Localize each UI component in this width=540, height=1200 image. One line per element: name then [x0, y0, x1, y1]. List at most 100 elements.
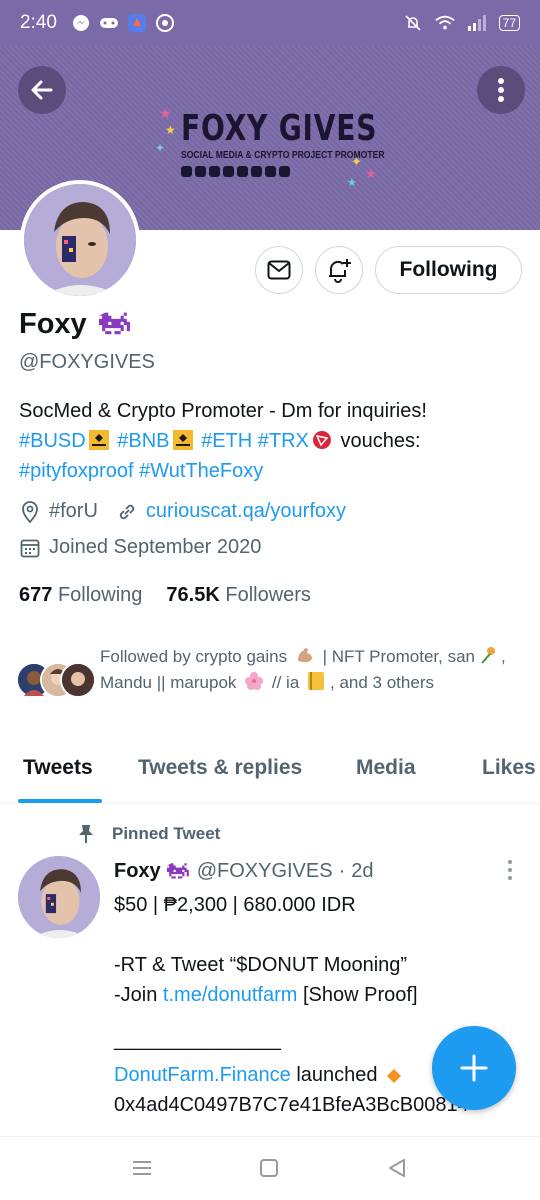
- hashtag-busd[interactable]: #BUSD: [19, 430, 86, 452]
- tweet-author-handle: @FOXYGIVES: [196, 860, 333, 882]
- tweet-author-name[interactable]: Foxy: [114, 860, 161, 883]
- more-vertical-icon: [508, 860, 512, 880]
- more-options-button[interactable]: [477, 66, 525, 114]
- tweet-more-button[interactable]: [500, 858, 520, 882]
- messenger-icon: [71, 13, 91, 33]
- status-bar: 2:40 77: [0, 0, 540, 46]
- tweet-text: launched: [296, 1064, 378, 1086]
- followed-by-part: Followed by crypto gains: [100, 647, 288, 666]
- followers-label: Followers: [225, 584, 311, 606]
- notebook-icon: [307, 671, 327, 691]
- triangle-back-icon: [389, 1159, 405, 1177]
- notifications-button[interactable]: [315, 246, 363, 294]
- calendar-icon: [19, 537, 41, 559]
- bio-line-3: #pityfoxproof #WutTheFoxy: [19, 456, 524, 486]
- pin-icon: [79, 825, 93, 843]
- banner-title: FOXY GIVES: [181, 108, 378, 149]
- menu-lines-icon: [133, 1161, 151, 1175]
- tweet-link-donutfarm[interactable]: DonutFarm.Finance: [114, 1064, 291, 1086]
- recent-apps-button[interactable]: [131, 1159, 153, 1182]
- active-tab-indicator: [18, 799, 102, 803]
- profile-meta-joined: Joined September 2020: [19, 536, 261, 559]
- profile-tabs: Tweets Tweets & replies Media Likes: [0, 742, 540, 804]
- system-nav-bar: [0, 1136, 540, 1200]
- profile-location: #forU: [49, 500, 98, 522]
- tab-likes[interactable]: Likes: [482, 756, 536, 780]
- space-invader-icon: [166, 862, 189, 879]
- profile-meta-location-link: #forU curiouscat.qa/yourfoxy: [19, 500, 346, 523]
- following-button[interactable]: Following: [375, 246, 522, 294]
- banner-social-icons: [181, 166, 290, 177]
- hashtag-pityfoxproof[interactable]: #pityfoxproof: [19, 460, 134, 482]
- follower-avatar[interactable]: [60, 662, 96, 698]
- tab-tweets[interactable]: Tweets: [23, 756, 93, 780]
- profile-avatar[interactable]: [20, 180, 140, 300]
- svg-text:★: ★: [365, 166, 377, 181]
- home-button[interactable]: [259, 1158, 279, 1183]
- space-invader-icon: [98, 312, 130, 334]
- profile-bio: SocMed & Crypto Promoter - Dm for inquir…: [19, 396, 524, 486]
- svg-text:✦: ✦: [155, 141, 165, 155]
- cherry-blossom-icon: [244, 671, 264, 691]
- notification-icons: [71, 13, 175, 33]
- battery-icon: 77: [498, 15, 520, 31]
- following-label: Following: [57, 584, 143, 606]
- tweet-line: -Join t.me/donutfarm [Show Proof]: [114, 980, 534, 1010]
- svg-text:★: ★: [165, 123, 176, 137]
- location-icon: [19, 500, 41, 523]
- tweet-header: Foxy @FOXYGIVES · 2d: [114, 860, 374, 883]
- following-count-link[interactable]: 677 Following: [19, 584, 142, 607]
- hashtag-trx[interactable]: #TRX: [258, 430, 309, 452]
- bio-vouches: vouches:: [340, 430, 421, 452]
- followers-count-link[interactable]: 76.5K Followers: [166, 584, 311, 607]
- pinned-tweet-header: Pinned Tweet: [78, 824, 220, 844]
- profile-joined-date: Joined September 2020: [49, 536, 262, 558]
- followed-by-part: , and 3 others: [330, 673, 434, 692]
- mail-icon: [267, 260, 291, 280]
- tron-icon: [312, 429, 332, 449]
- profile-website-link[interactable]: curiouscat.qa/yourfoxy: [146, 500, 346, 523]
- show-proof-text: [Show Proof]: [303, 984, 418, 1006]
- svg-text:★: ★: [159, 105, 172, 121]
- followed-by-text[interactable]: Followed by crypto gains | NFT Promoter,…: [100, 644, 520, 696]
- hashtag-wutthefoxy[interactable]: #WutTheFoxy: [139, 460, 263, 482]
- square-icon: [260, 1159, 278, 1177]
- tab-media[interactable]: Media: [356, 756, 416, 780]
- tweet-link-telegram[interactable]: t.me/donutfarm: [163, 984, 298, 1006]
- tweet-line: $50 | ₱2,300 | 680.000 IDR: [114, 894, 356, 916]
- hashtag-eth[interactable]: #ETH: [201, 430, 252, 452]
- link-icon: [116, 501, 138, 523]
- hashtag-bnb[interactable]: #BNB: [117, 430, 169, 452]
- tweet-author-avatar[interactable]: [18, 856, 100, 938]
- flexed-biceps-icon: [295, 645, 315, 665]
- wifi-icon: [434, 13, 455, 33]
- svg-text:★: ★: [347, 177, 357, 189]
- followers-count: 76.5K: [166, 584, 220, 606]
- signal-icon: [467, 13, 487, 33]
- status-time: 2:40: [20, 12, 57, 33]
- bio-line-2: #BUSD #BNB #ETH #TRX vouches:: [19, 426, 524, 456]
- chrome-icon: [155, 13, 175, 33]
- following-count: 677: [19, 584, 53, 606]
- arrow-left-icon: [31, 80, 53, 100]
- more-vertical-icon: [498, 78, 504, 102]
- orange-diamond-icon: [386, 1063, 406, 1083]
- tweet-time: 2d: [351, 860, 374, 882]
- pinned-tweet-label: Pinned Tweet: [112, 824, 221, 843]
- compose-tweet-button[interactable]: [432, 1026, 516, 1110]
- svg-text:✦: ✦: [351, 154, 362, 169]
- profile-handle: @FOXYGIVES: [19, 351, 155, 373]
- tweet-text: -Join: [114, 984, 158, 1006]
- gamepad-icon: [99, 13, 119, 33]
- bell-plus-icon: [329, 259, 351, 283]
- back-button[interactable]: [18, 66, 66, 114]
- bouquet-icon: [478, 645, 498, 665]
- tab-tweets-replies[interactable]: Tweets & replies: [138, 756, 302, 780]
- binance-icon: [88, 429, 109, 450]
- banner-logo: ★ ★ ✦ FOXY GIVES SOCIAL MEDIA & CRYPTO P…: [155, 100, 395, 230]
- tweet-separator: ·: [338, 860, 346, 882]
- back-nav-button[interactable]: [386, 1157, 408, 1184]
- system-icons: 77: [403, 13, 520, 33]
- bio-line-1: SocMed & Crypto Promoter - Dm for inquir…: [19, 400, 427, 422]
- message-button[interactable]: [255, 246, 303, 294]
